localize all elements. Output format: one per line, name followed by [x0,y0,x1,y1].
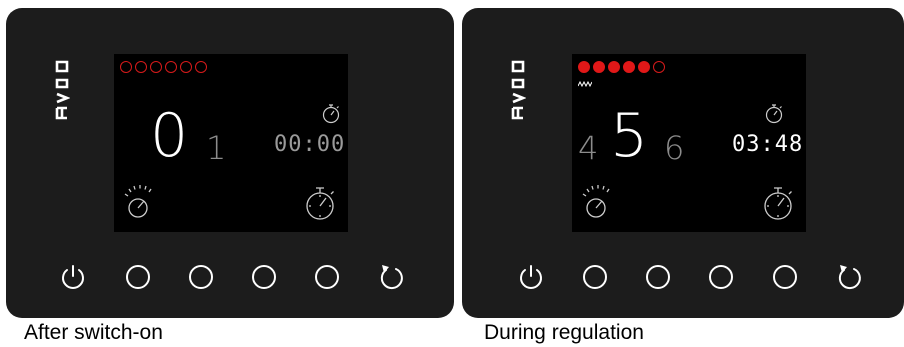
power-button[interactable] [516,262,546,292]
key-button-2[interactable] [643,262,673,292]
status-led [180,61,192,73]
timer-readout: 03:48 [732,132,804,157]
status-led [653,61,665,73]
program-number-current: 0 [150,101,189,171]
status-led [578,61,590,73]
program-number-next: 6 [664,129,685,167]
power-button[interactable] [58,262,88,292]
key-button-3[interactable] [706,262,736,292]
status-led [608,61,620,73]
controller-panel-after-switch-on: 0 1 00:00 [6,8,454,318]
status-led-row [578,61,665,73]
status-led [165,61,177,73]
status-led-row [120,61,207,73]
key-button-3[interactable] [249,262,279,292]
program-number-previous: 4 [578,129,599,167]
heating-wave-icon [578,81,592,87]
key-button-2[interactable] [186,262,216,292]
display-screen: 4 5 6 03:48 [572,54,806,232]
key-button-4[interactable] [770,262,800,292]
caption-during-regulation: During regulation [484,321,644,344]
key-button-1[interactable] [580,262,610,292]
program-number-next: 1 [206,129,227,167]
key-button-4[interactable] [312,262,342,292]
status-led [638,61,650,73]
restart-button[interactable] [376,262,406,292]
status-led [623,61,635,73]
display-screen: 0 1 00:00 [114,54,348,232]
evco-logo-icon [55,60,70,120]
program-number-current: 5 [610,101,649,171]
stopwatch-icon [765,104,783,124]
key-button-1[interactable] [123,262,153,292]
stopwatch-icon [322,104,340,124]
speed-dial-icon [124,185,152,218]
evco-logo-icon [511,60,526,120]
status-led [150,61,162,73]
restart-button[interactable] [834,262,864,292]
timer-readout: 00:00 [274,132,346,157]
status-led [135,61,147,73]
stopwatch-large-icon [306,187,334,220]
status-led [593,61,605,73]
status-led [120,61,132,73]
controller-panel-during-regulation: 4 5 6 03:48 [462,8,904,318]
caption-after-switch-on: After switch-on [24,321,163,344]
status-led [195,61,207,73]
stopwatch-large-icon [764,187,792,220]
speed-dial-icon [582,185,610,218]
